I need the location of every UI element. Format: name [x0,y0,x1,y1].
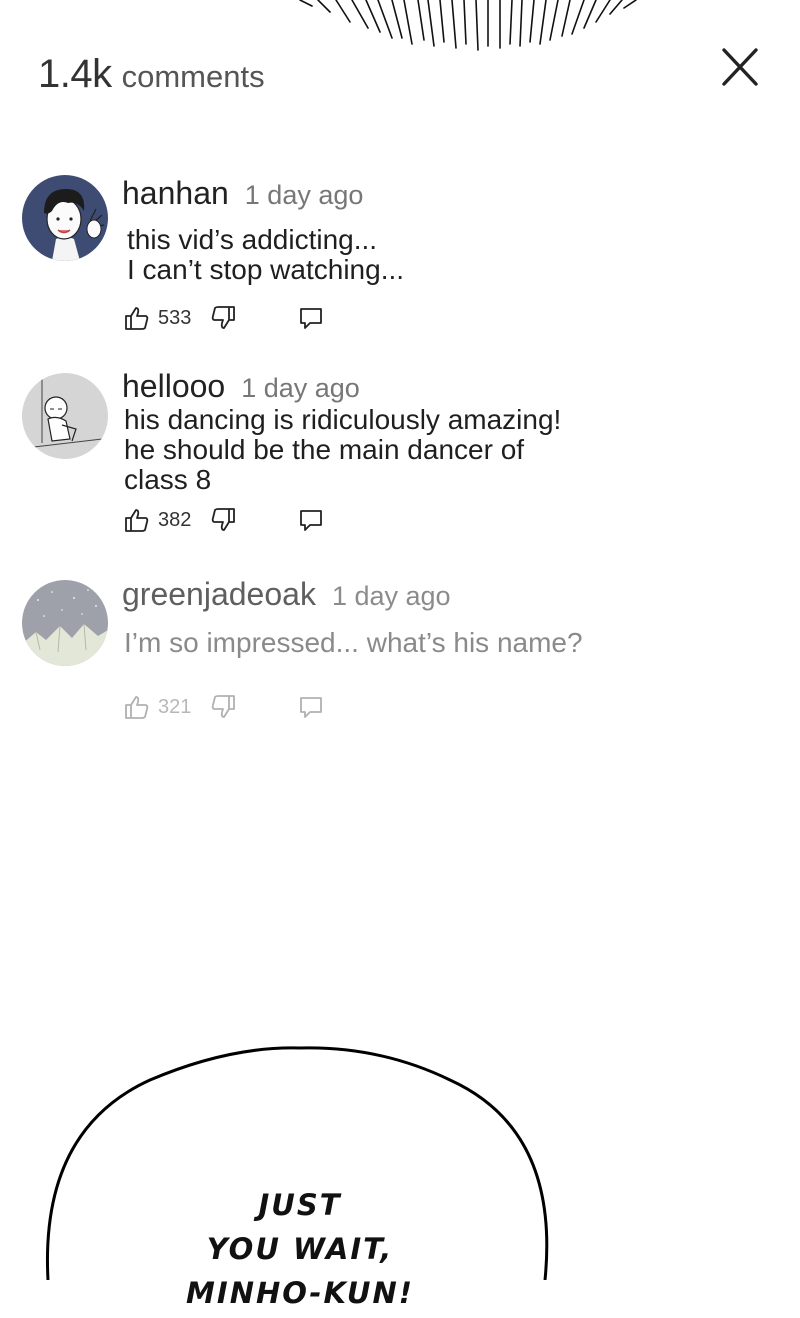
reply-bubble-icon[interactable] [298,694,324,720]
comment-count-label: comments [121,59,265,94]
comment-username[interactable]: hellooo [122,368,225,405]
avatar[interactable] [22,175,108,261]
like-count: 321 [158,695,192,718]
reply-bubble-icon[interactable] [298,507,324,533]
comment-actions: 321 [124,694,324,720]
comment-timestamp: 1 day ago [331,581,451,611]
comment-timestamp: 1 day ago [241,373,360,403]
speech-bubble-text: JUST YOU WAIT, MINHO-KUN! [0,1180,600,1318]
comment-timestamp: 1 day ago [244,180,364,210]
comment-text-line: I can’t stop watching... [127,254,405,285]
speech-line: YOU WAIT, [206,1232,394,1266]
comment-text-line: class 8 [124,464,212,495]
comment-text-line: this vid’s addicting... [127,224,378,255]
comment-text-line: his dancing is ridiculously amazing! [124,404,562,435]
comments-header: 1.4k comments [38,52,265,97]
speech-line: JUST [258,1188,342,1222]
thumbs-down-icon[interactable] [210,507,236,533]
sitting-figure-avatar-icon [22,373,108,459]
comment-text: I’m so impressed... what’s his name? [124,628,583,658]
speech-line: MINHO-KUN! [186,1276,414,1310]
comment-actions: 533 [124,305,324,331]
like-count: 382 [158,508,192,531]
comment-username[interactable]: hanhan [122,175,229,212]
thumbs-down-icon[interactable] [210,305,236,331]
night-mountain-avatar-icon [22,580,108,666]
comment-actions: 382 [124,507,324,533]
avatar[interactable] [22,373,108,459]
avatar[interactable] [22,580,108,666]
reply-bubble-icon[interactable] [298,305,324,331]
close-button[interactable] [716,44,764,92]
close-icon [722,48,758,86]
thumbs-up-icon[interactable] [124,694,150,720]
thumbs-up-icon[interactable] [124,507,150,533]
comment-text-line: he should be the main dancer of [124,434,525,465]
boy-waving-avatar-icon [22,175,108,261]
thumbs-up-icon[interactable] [124,305,150,331]
comment-username[interactable]: greenjadeoak [122,576,316,613]
comment-count: 1.4k [38,52,112,96]
comment-text-line: I’m so impressed... what’s his name? [124,627,583,658]
comment-text: his dancing is ridiculously amazing! he … [124,405,561,495]
speed-lines-decoration [299,0,637,51]
thumbs-down-icon[interactable] [210,694,236,720]
speech-bubble: JUST YOU WAIT, MINHO-KUN! [0,1040,800,1310]
comment-text: this vid’s addicting... I can’t stop wat… [127,225,404,285]
like-count: 533 [158,306,192,329]
